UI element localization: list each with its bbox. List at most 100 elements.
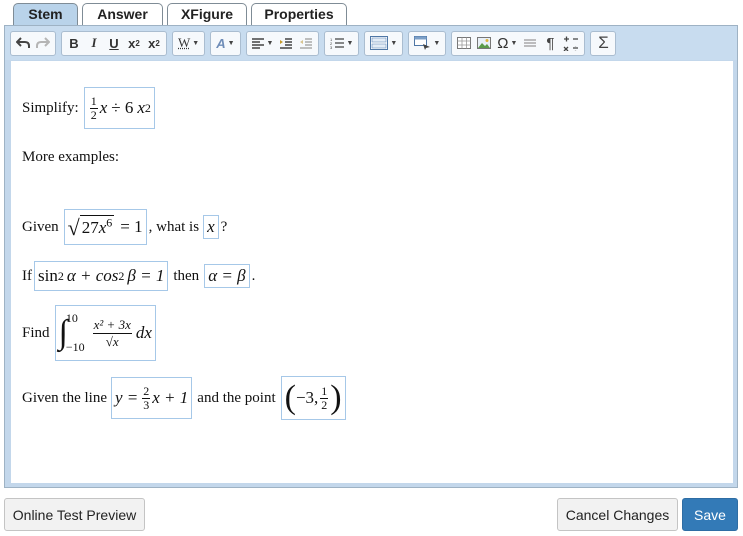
integral: ∫ 10 −10 (59, 311, 85, 355)
sigma-icon: Σ (598, 33, 609, 52)
save-button[interactable]: Save (682, 498, 738, 531)
undo-icon[interactable] (13, 33, 33, 54)
math-expression-simplify[interactable]: 1 2 x ÷ 6 x2 (83, 87, 155, 129)
given-label: Given (22, 218, 59, 235)
italic-button[interactable]: I (84, 33, 104, 54)
trig-line: If sin 2 α + cos 2 β = 1 then α = β . (22, 261, 255, 291)
insert-box-dropdown[interactable]: ▼ (411, 33, 443, 54)
tab-answer[interactable]: Answer (82, 3, 163, 25)
radicand-coefficient: 27 (81, 217, 99, 237)
paragraph-button[interactable]: ¶ (540, 33, 560, 54)
math-var-x: x (207, 217, 215, 236)
more-examples-line: More examples: (22, 147, 119, 167)
what-is-label: , what is (148, 218, 200, 235)
integrand-den-var: x (112, 332, 119, 349)
alpha-equals-beta: α = β (208, 266, 246, 285)
font-family-dropdown[interactable]: W ▼ (175, 33, 202, 54)
x-plus-one: x + 1 (152, 388, 189, 407)
math-expression-alpha-beta[interactable]: α = β (204, 264, 250, 288)
simplify-line: Simplify: 1 2 x ÷ 6 x2 (22, 87, 157, 129)
superscript-label: x (148, 35, 156, 51)
table-button[interactable] (454, 33, 474, 54)
math-divide-term: ÷ 6 (111, 98, 134, 117)
font-color-group: A ▼ (210, 30, 241, 56)
outdent-icon (299, 37, 312, 49)
part-template-dropdown[interactable]: ▼ (367, 33, 400, 54)
image-button[interactable] (474, 33, 494, 54)
radicand-exponent: 6 (106, 214, 113, 229)
chevron-down-icon: ▼ (266, 39, 274, 47)
integrand-numerator: x² + 3x (92, 316, 132, 334)
list-group: 1 2 3 ▼ (324, 30, 360, 56)
underline-button[interactable]: U (104, 33, 124, 54)
equation-group: Σ (590, 30, 617, 56)
align-left-icon (251, 37, 264, 49)
integral-line: Find ∫ 10 −10 x² + 3x √x dx (22, 305, 158, 361)
equals-one: = 1 (120, 217, 143, 236)
beta-equals-one: β = 1 (127, 266, 165, 285)
math-expression-integral[interactable]: ∫ 10 −10 x² + 3x √x dx (54, 305, 156, 361)
omega-icon: Ω (497, 34, 509, 52)
redo-icon[interactable] (33, 33, 53, 54)
bold-button[interactable]: B (64, 33, 84, 54)
align-dropdown[interactable]: ▼ (249, 33, 277, 54)
math-var-x: x (99, 98, 108, 117)
editor-tabs: Stem Answer XFigure Properties (13, 3, 347, 25)
editor-toolbar: B I U x2 x2 W ▼ A ▼ ▼ 1 2 3 ▼ ▼ ▼ Ω ▼ ¶ … (5, 26, 737, 60)
square-root: √ 27x6 (68, 214, 115, 240)
chevron-down-icon: ▼ (227, 39, 235, 47)
left-paren: ( (284, 379, 296, 416)
cancel-changes-button[interactable]: Cancel Changes (557, 498, 678, 531)
outdent-button[interactable] (296, 33, 316, 54)
tab-xfigure[interactable]: XFigure (167, 3, 247, 25)
slope-denominator: 3 (143, 397, 150, 412)
simplify-label: Simplify: (22, 99, 79, 116)
subscript-button[interactable]: x2 (124, 33, 144, 54)
y-equals: y = (114, 388, 139, 407)
math-expression-sqrt[interactable]: √ 27x6 = 1 (63, 209, 147, 245)
horizontal-line-button[interactable] (520, 33, 540, 54)
given-line-label: Given the line (22, 389, 107, 406)
rich-text-editor: B I U x2 x2 W ▼ A ▼ ▼ 1 2 3 ▼ ▼ ▼ Ω ▼ ¶ … (4, 25, 738, 488)
slope-numerator: 2 (142, 383, 151, 399)
insert-box-icon (414, 36, 431, 50)
math-expression-line[interactable]: y = 2 3 x + 1 (110, 377, 193, 419)
math-operators-button[interactable] (560, 33, 582, 54)
special-character-dropdown[interactable]: Ω ▼ (494, 33, 520, 54)
svg-text:3: 3 (330, 45, 333, 49)
subscript-label: x (128, 35, 136, 51)
alpha-plus-cos: α + cos (66, 266, 119, 285)
period: . (251, 267, 256, 284)
fraction-one-half: 1 2 (89, 93, 98, 122)
equation-editor-button[interactable]: Σ (593, 33, 613, 54)
history-group (10, 30, 56, 56)
indent-button[interactable] (276, 33, 296, 54)
chevron-down-icon: ▼ (433, 39, 441, 47)
font-color-dropdown[interactable]: A ▼ (213, 33, 237, 54)
chevron-down-icon: ▼ (346, 39, 354, 47)
superscript-mark: 2 (155, 38, 160, 48)
chevron-down-icon: ▼ (192, 39, 200, 47)
superscript-button[interactable]: x2 (144, 33, 164, 54)
font-family-group: W ▼ (172, 30, 206, 56)
tab-properties[interactable]: Properties (251, 3, 347, 25)
chevron-down-icon: ▼ (390, 39, 398, 47)
subscript-mark: 2 (135, 38, 140, 48)
template-group: ▼ (364, 30, 404, 56)
fraction-numerator: 1 (89, 93, 98, 109)
given-sqrt-line: Given √ 27x6 = 1 , what is x ? (22, 209, 227, 245)
math-expression-x[interactable]: x (203, 215, 219, 239)
tab-stem[interactable]: Stem (13, 3, 78, 25)
editor-content[interactable]: Simplify: 1 2 x ÷ 6 x2 More examples: Gi… (11, 61, 733, 483)
question-mark: ? (220, 218, 228, 235)
image-icon (477, 37, 492, 49)
math-expression-trig[interactable]: sin 2 α + cos 2 β = 1 (34, 261, 169, 291)
alignment-group: ▼ (245, 30, 320, 56)
chevron-down-icon: ▼ (510, 39, 518, 47)
paragraph-icon: ¶ (546, 34, 555, 52)
indent-icon (279, 37, 292, 49)
numbered-list-dropdown[interactable]: 1 2 3 ▼ (327, 33, 356, 54)
then-label: then (173, 267, 200, 284)
online-test-preview-button[interactable]: Online Test Preview (4, 498, 145, 531)
math-expression-point[interactable]: ( −3, 1 2 ) (280, 376, 346, 420)
